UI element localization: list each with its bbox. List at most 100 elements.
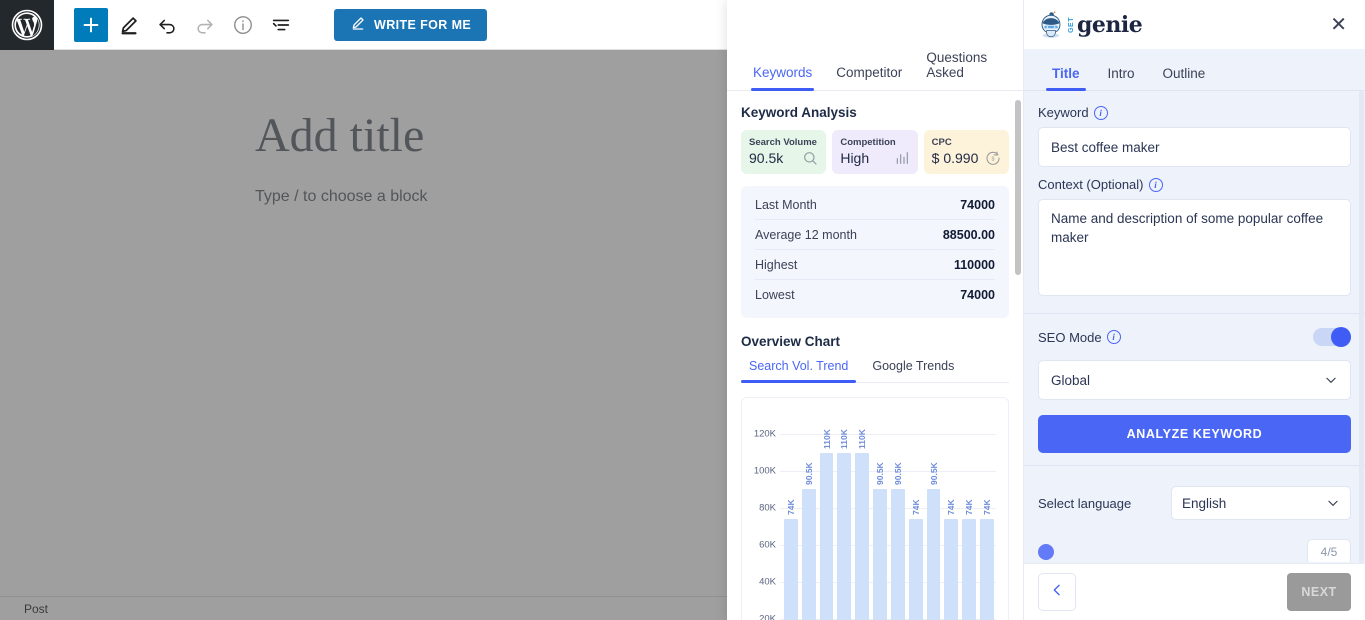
search-volume-bar-chart[interactable]: 20K 40K 60K 80K 100K 120K 74K 90.5K 110K 110K 110K… — [741, 397, 1009, 620]
keyword-panel-scrollbar[interactable] — [1015, 100, 1021, 275]
region-select[interactable]: Global — [1038, 360, 1351, 400]
undo-button[interactable] — [150, 8, 184, 42]
info-icon[interactable]: i — [1093, 105, 1108, 120]
modal-backdrop[interactable] — [0, 50, 727, 620]
chart-bar[interactable] — [837, 452, 852, 620]
close-icon[interactable]: ✕ — [1326, 11, 1351, 39]
app-screen: WRITE FOR ME Add title Type / to choose … — [0, 0, 1365, 620]
settings-panel-scrollbar[interactable] — [1359, 91, 1364, 563]
language-select-value: English — [1182, 495, 1227, 511]
next-button[interactable]: NEXT — [1287, 573, 1351, 611]
chart-bar-group[interactable]: 110K — [819, 408, 834, 620]
table-row: Last Month 74000 — [755, 190, 995, 220]
info-icon[interactable]: i — [1106, 330, 1121, 344]
chart-plot-area: 20K 40K 60K 80K 100K 120K 74K 90.5K 110K 110K 110K… — [746, 408, 1000, 620]
chart-bar-group[interactable]: 90.5K — [873, 408, 887, 620]
region-select-value: Global — [1051, 372, 1091, 388]
back-button[interactable] — [1038, 573, 1076, 611]
chart-bar[interactable] — [819, 452, 834, 620]
chevron-left-icon — [1049, 582, 1065, 603]
chart-bar-group[interactable]: 110K — [837, 408, 852, 620]
chevron-down-icon — [1324, 373, 1338, 387]
chart-bar[interactable] — [784, 519, 798, 620]
chart-bar-group[interactable]: 110K — [855, 408, 870, 620]
tab-competitor[interactable]: Competitor — [824, 65, 914, 90]
keyword-scroll-area[interactable]: Keyword Analysis Search Volume 90.5k Com… — [727, 91, 1023, 620]
tab-intro[interactable]: Intro — [1094, 66, 1149, 90]
tab-title[interactable]: Title — [1038, 66, 1094, 91]
tab-intro-label: Intro — [1107, 66, 1135, 81]
edit-tool-button[interactable] — [112, 8, 146, 42]
chart-y-tick-label: 100K — [753, 465, 776, 477]
add-block-button[interactable] — [74, 7, 108, 42]
chart-bar-group[interactable]: 74K — [980, 408, 994, 620]
stat-value: 110000 — [953, 257, 995, 272]
chart-bar-value-label: 110K — [839, 429, 850, 449]
metric-card-competition[interactable]: Competition High — [832, 130, 918, 174]
stat-value: 74000 — [960, 197, 995, 212]
tab-outline[interactable]: Outline — [1149, 66, 1220, 90]
metric-card-cpc[interactable]: CPC $ 0.990 $ — [923, 130, 1009, 174]
chart-bar-group[interactable]: 74K — [784, 408, 798, 620]
select-language-label: Select language — [1038, 495, 1132, 511]
chart-bar[interactable] — [801, 488, 816, 620]
chart-bar[interactable] — [855, 452, 870, 620]
toolbar-icon-group — [74, 7, 298, 42]
chart-bar[interactable] — [926, 488, 941, 620]
chart-bar-group[interactable]: 74K — [944, 408, 959, 620]
tab-outline-label: Outline — [1162, 66, 1206, 81]
keyword-stats-table: Last Month 74000 Average 12 month 88500.… — [741, 186, 1009, 318]
metric-card-search-volume[interactable]: Search Volume 90.5k — [741, 130, 827, 174]
tab-search-vol-trend-label: Search Vol. Trend — [749, 359, 849, 373]
chart-bar-value-label: 90.5K — [928, 462, 939, 485]
chart-bar-group[interactable]: 90.5K — [890, 408, 905, 620]
getgenie-header: GET genie ✕ — [1024, 0, 1365, 49]
chart-bar-group[interactable]: 74K — [962, 408, 977, 620]
keyword-input[interactable] — [1038, 127, 1351, 167]
language-row: Select language English — [1024, 466, 1365, 536]
info-icon[interactable]: i — [1148, 177, 1163, 192]
analyze-keyword-button[interactable]: ANALYZE KEYWORD — [1038, 415, 1351, 453]
chart-bar-group[interactable]: 90.5K — [801, 408, 816, 620]
chart-bar[interactable] — [873, 488, 887, 620]
tab-questions-asked[interactable]: Questions Asked — [914, 50, 1023, 90]
tab-competitor-label: Competitor — [836, 65, 903, 80]
table-row: Lowest 74000 — [755, 280, 995, 310]
chart-bar[interactable] — [962, 519, 977, 620]
language-select[interactable]: English — [1171, 486, 1351, 520]
chart-bars: 74K 90.5K 110K 110K 110K 90.5K 90.5K 74K 90.5K 74… — [784, 408, 994, 620]
chart-bar-group[interactable]: 90.5K — [926, 408, 941, 620]
seo-mode-group: SEO Mode i Global ANALYZE KEYWORD — [1024, 314, 1365, 466]
wordpress-logo-icon[interactable] — [0, 0, 54, 50]
chart-bar[interactable] — [980, 519, 994, 620]
keyword-label-row: Keyword i — [1038, 105, 1351, 120]
chart-bar-value-label: 74K — [910, 499, 921, 516]
partially-visible-setting-row: 4/5 — [1024, 536, 1365, 562]
redo-button[interactable] — [188, 8, 222, 42]
getgenie-logo[interactable]: GET genie — [1036, 10, 1143, 40]
tab-questions-asked-label: Questions Asked — [926, 50, 988, 80]
tab-search-vol-trend[interactable]: Search Vol. Trend — [741, 359, 857, 383]
context-textarea[interactable] — [1038, 199, 1351, 296]
chart-y-tick-label: 60K — [759, 539, 776, 551]
chart-bar-value-label: 74K — [964, 499, 975, 516]
list-view-button[interactable] — [264, 8, 298, 42]
status-badge: 4/5 — [1307, 539, 1351, 562]
seo-mode-toggle[interactable] — [1313, 327, 1351, 347]
write-for-me-button[interactable]: WRITE FOR ME — [334, 8, 488, 41]
settings-scroll-area[interactable]: Keyword i Context (Optional) i SEO Mode — [1024, 91, 1365, 563]
chart-bar-group[interactable]: 74K — [908, 408, 923, 620]
bar-chart-icon — [894, 150, 910, 166]
chart-bar-value-label: 110K — [821, 429, 832, 449]
details-button[interactable] — [226, 8, 260, 42]
chart-bar-value-label: 90.5K — [875, 462, 886, 485]
chart-bar-value-label: 90.5K — [892, 462, 903, 485]
keyword-tabs: Keywords Competitor Questions Asked — [727, 0, 1023, 91]
chart-bar[interactable] — [890, 488, 905, 620]
tab-keywords[interactable]: Keywords — [741, 65, 824, 91]
context-label-row: Context (Optional) i — [1038, 177, 1351, 192]
tab-google-trends[interactable]: Google Trends — [864, 359, 962, 382]
chart-bar[interactable] — [944, 519, 959, 620]
stat-value: 74000 — [960, 288, 995, 302]
chart-bar[interactable] — [908, 519, 923, 620]
